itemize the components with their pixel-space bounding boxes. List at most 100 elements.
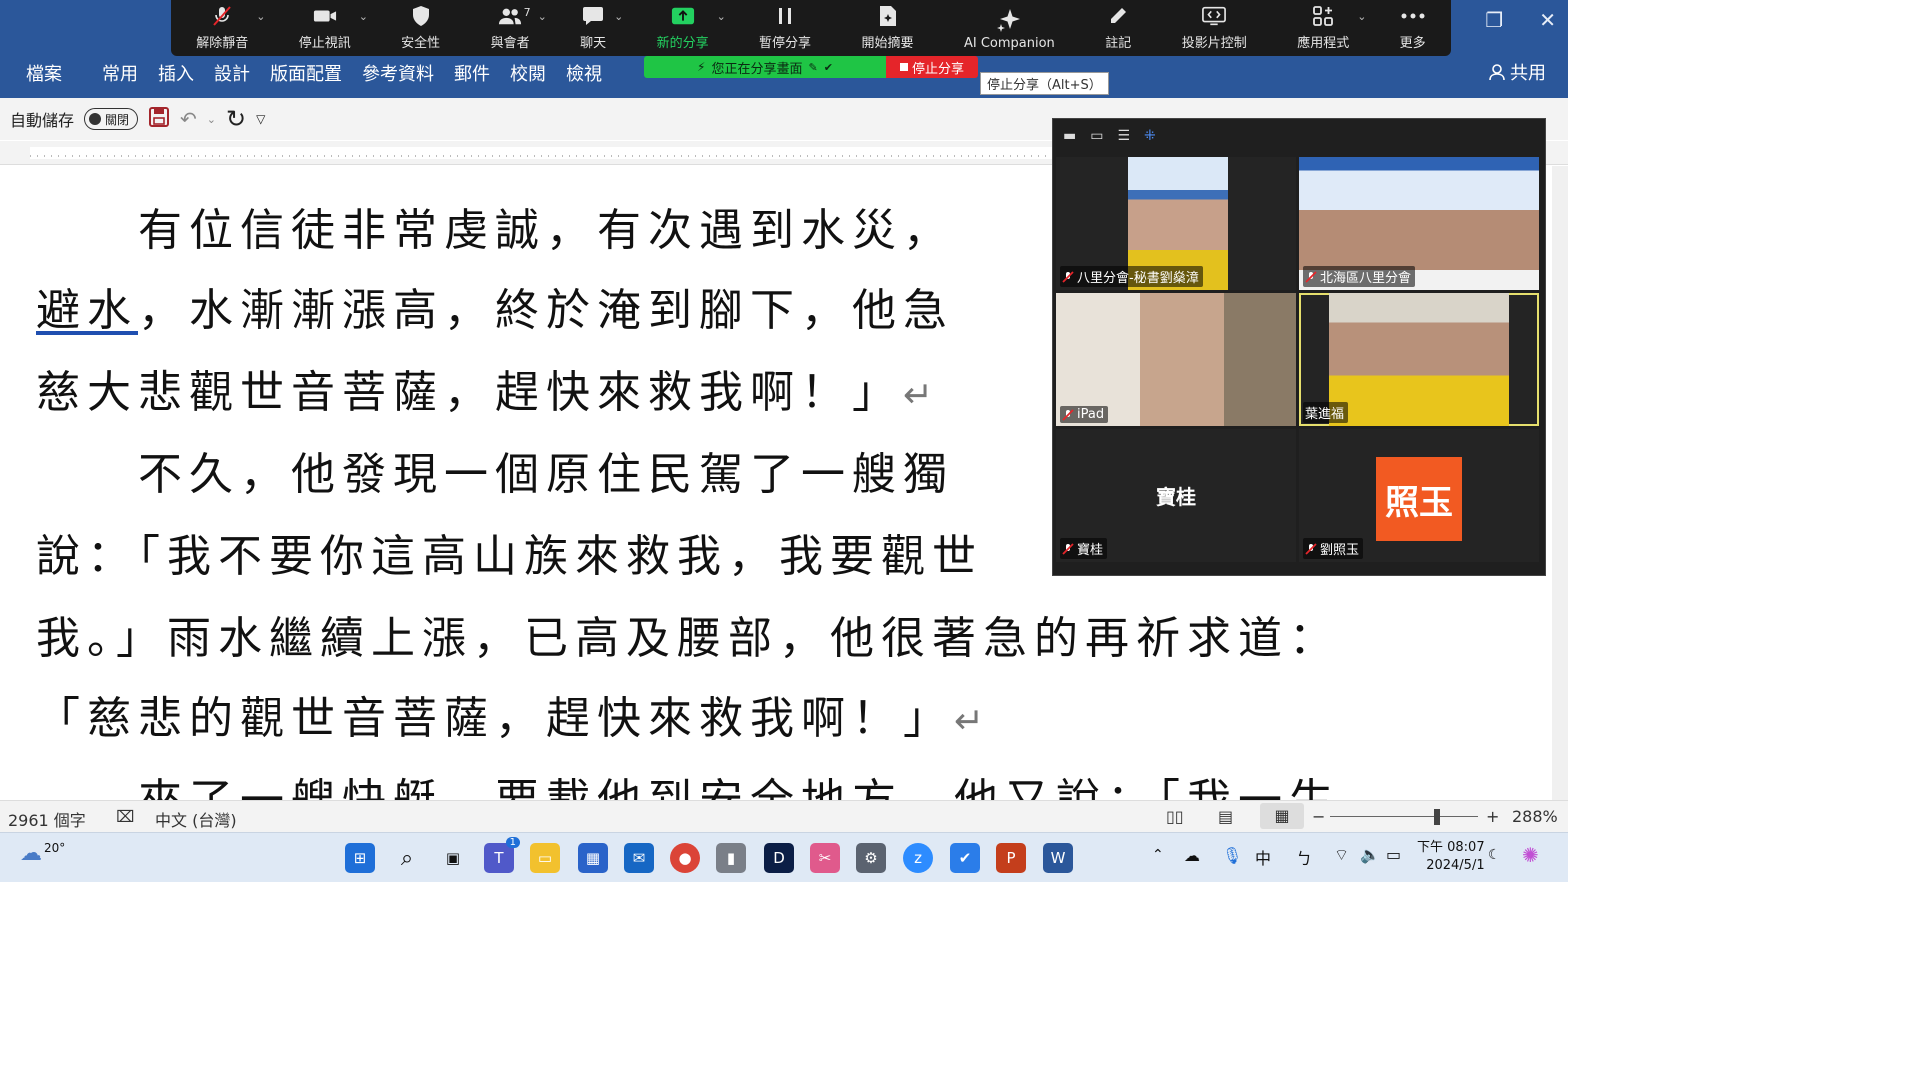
ai-companion-button[interactable]: AI Companion [939, 0, 1080, 56]
stop-video-button[interactable]: 停止視訊 ⌄ [273, 0, 375, 56]
tab-mailings[interactable]: 郵件 [444, 60, 500, 86]
participant-tile[interactable]: 八里分會-秘書劉燊漳 [1056, 157, 1296, 290]
tab-view[interactable]: 檢視 [556, 60, 612, 86]
disney-plus-icon[interactable]: D [764, 843, 794, 873]
powerpoint-icon[interactable]: P [996, 843, 1026, 873]
summary-doc-icon [876, 4, 900, 28]
snipping-tool-icon[interactable]: ✂ [810, 843, 840, 873]
onedrive-icon[interactable]: ☁ [1184, 846, 1200, 865]
tab-insert[interactable]: 插入 [148, 60, 204, 86]
redo-icon[interactable]: ↻ [226, 105, 246, 133]
mail-icon[interactable]: ✉ [624, 843, 654, 873]
zoom-percent[interactable]: 288% [1512, 807, 1558, 826]
participant-count: 7 [523, 6, 531, 19]
todo-icon[interactable]: ✔ [950, 843, 980, 873]
input-mode-icon[interactable]: ㄅ [1296, 845, 1312, 869]
zoom-slider-thumb[interactable] [1434, 809, 1440, 825]
save-icon[interactable] [148, 106, 170, 132]
doc-line: 避水，水漸漸漲高，終於淹到腳下，他急 [36, 285, 954, 336]
weather-widget[interactable]: ☁ 20° [20, 841, 65, 867]
more-dots-icon [1401, 4, 1425, 28]
paragraph-mark: ↵ [954, 701, 985, 742]
tab-layout[interactable]: 版面配置 [260, 60, 352, 86]
do-not-disturb-icon[interactable]: ☾ [1488, 847, 1501, 863]
security-button[interactable]: 安全性 [376, 0, 465, 56]
zoom-slider[interactable] [1330, 816, 1478, 817]
chrome-icon[interactable]: ● [670, 843, 700, 873]
restore-window-icon[interactable]: ❐ [1485, 8, 1503, 32]
word-icon[interactable]: W [1043, 843, 1073, 873]
store-icon[interactable]: ▦ [578, 843, 608, 873]
tab-review[interactable]: 校閱 [500, 60, 556, 86]
start-summary-button[interactable]: 開始摘要 [836, 0, 938, 56]
speaker-view-icon[interactable]: ▭ [1090, 128, 1103, 144]
tab-home[interactable]: 常用 [92, 60, 148, 86]
pause-share-button[interactable]: 暫停分享 [734, 0, 836, 56]
undo-icon[interactable]: ↶ [180, 107, 197, 131]
ribbon-tabs: 檔案 常用 插入 設計 版面配置 參考資料 郵件 校閱 檢視 [0, 58, 612, 88]
new-share-button[interactable]: 新的分享 ⌄ [631, 0, 733, 56]
doc-line: 「慈悲的觀世音菩薩，趕快來救我啊！」↵ [36, 693, 985, 744]
settings-gear-icon[interactable]: ⚙ [856, 843, 886, 873]
annotate-button[interactable]: 註記 [1080, 0, 1156, 56]
file-explorer-icon[interactable]: ▭ [530, 843, 560, 873]
chat-bubble-icon [581, 4, 605, 28]
battery-icon[interactable]: ▭ [1386, 845, 1401, 864]
close-window-icon[interactable]: ✕ [1539, 8, 1556, 32]
copilot-icon[interactable]: ✺ [1522, 843, 1539, 867]
participants-icon [498, 4, 522, 28]
zoom-out-icon[interactable]: − [1312, 807, 1325, 826]
participant-tile-active-speaker[interactable]: 葉進福 [1299, 293, 1539, 426]
proofing-icon[interactable]: ⌧ [116, 807, 134, 826]
volume-icon[interactable]: 🔈 [1360, 845, 1380, 864]
participant-tile[interactable]: 照玉 劉照玉 [1299, 429, 1539, 562]
autosave-toggle[interactable]: 關閉 [84, 108, 139, 130]
taskbar-clock[interactable]: 下午 08:07 2024/5/1 [1417, 839, 1485, 875]
search-icon[interactable]: ⌕ [392, 843, 422, 873]
wifi-icon[interactable]: ⌔ [1334, 845, 1349, 865]
language-indicator[interactable]: 中文 (台灣) [155, 807, 237, 831]
tab-design[interactable]: 設計 [204, 60, 260, 86]
participant-tile[interactable]: iPad [1056, 293, 1296, 426]
microphone-icon[interactable]: 🎙 [1222, 846, 1242, 865]
doc-line: 來了一艘快艇，要載他到安全地方，他又說：「我一生 [36, 764, 1340, 800]
tab-references[interactable]: 參考資料 [352, 60, 444, 86]
task-view-icon[interactable]: ▣ [438, 843, 468, 873]
zoom-app-icon[interactable]: z [903, 843, 933, 873]
web-layout-icon[interactable]: ▦ [1260, 803, 1304, 829]
unmute-button[interactable]: 解除靜音 ⌄ [171, 0, 273, 56]
apps-button[interactable]: 應用程式 ⌄ [1272, 0, 1374, 56]
start-icon[interactable]: ⊞ [345, 843, 375, 873]
pause-icon [773, 4, 797, 28]
zoom-meeting-toolbar: 解除靜音 ⌄ 停止視訊 ⌄ 安全性 7 與會者 ⌄ 聊天 ⌄ 新的分享 ⌄ 暫停分享 開始… [171, 0, 1451, 56]
gallery-view-bar: ▬ ▭ ☰ ⁜ [1053, 119, 1545, 153]
minimize-view-icon[interactable]: ▬ [1063, 128, 1076, 144]
participant-tile[interactable]: 北海區八里分會 [1299, 157, 1539, 290]
share-button[interactable]: 共用 [1488, 59, 1546, 85]
participant-tile[interactable]: 寶桂 寶桂 [1056, 429, 1296, 562]
print-layout-icon[interactable]: ▤ [1218, 807, 1233, 826]
participant-avatar: 照玉 [1376, 457, 1462, 541]
teams-icon[interactable]: T1 [484, 837, 520, 873]
customize-toolbar-icon[interactable]: ▽ [256, 112, 265, 126]
strip-view-icon[interactable]: ☰ [1117, 128, 1130, 144]
zoom-in-icon[interactable]: + [1486, 807, 1499, 826]
more-button[interactable]: 更多 [1374, 0, 1450, 56]
shield-check-icon: ✔ [823, 60, 833, 74]
slide-control-button[interactable]: 投影片控制 [1157, 0, 1272, 56]
chat-button[interactable]: 聊天 ⌄ [555, 0, 631, 56]
apps-icon [1311, 4, 1335, 28]
participants-button[interactable]: 7 與會者 ⌄ [465, 0, 554, 56]
undo-dropdown-icon[interactable]: ⌄ [207, 113, 216, 126]
tab-file[interactable]: 檔案 [0, 60, 92, 86]
stop-share-button[interactable]: 停止分享 [886, 56, 978, 78]
doc-line: 不久，他發現一個原住民駕了一艘獨 [36, 449, 954, 500]
ime-indicator[interactable]: 中 [1255, 845, 1271, 869]
gallery-view-icon[interactable]: ⁜ [1144, 128, 1156, 144]
vertical-scrollbar[interactable] [1552, 166, 1568, 800]
app-icon[interactable]: ▮ [716, 843, 746, 873]
chevron-up-icon[interactable]: ⌃ [1152, 847, 1164, 863]
word-count[interactable]: 2961 個字 [8, 807, 86, 831]
read-mode-icon[interactable]: ▯▯ [1166, 807, 1184, 826]
mic-muted-icon [210, 4, 234, 28]
